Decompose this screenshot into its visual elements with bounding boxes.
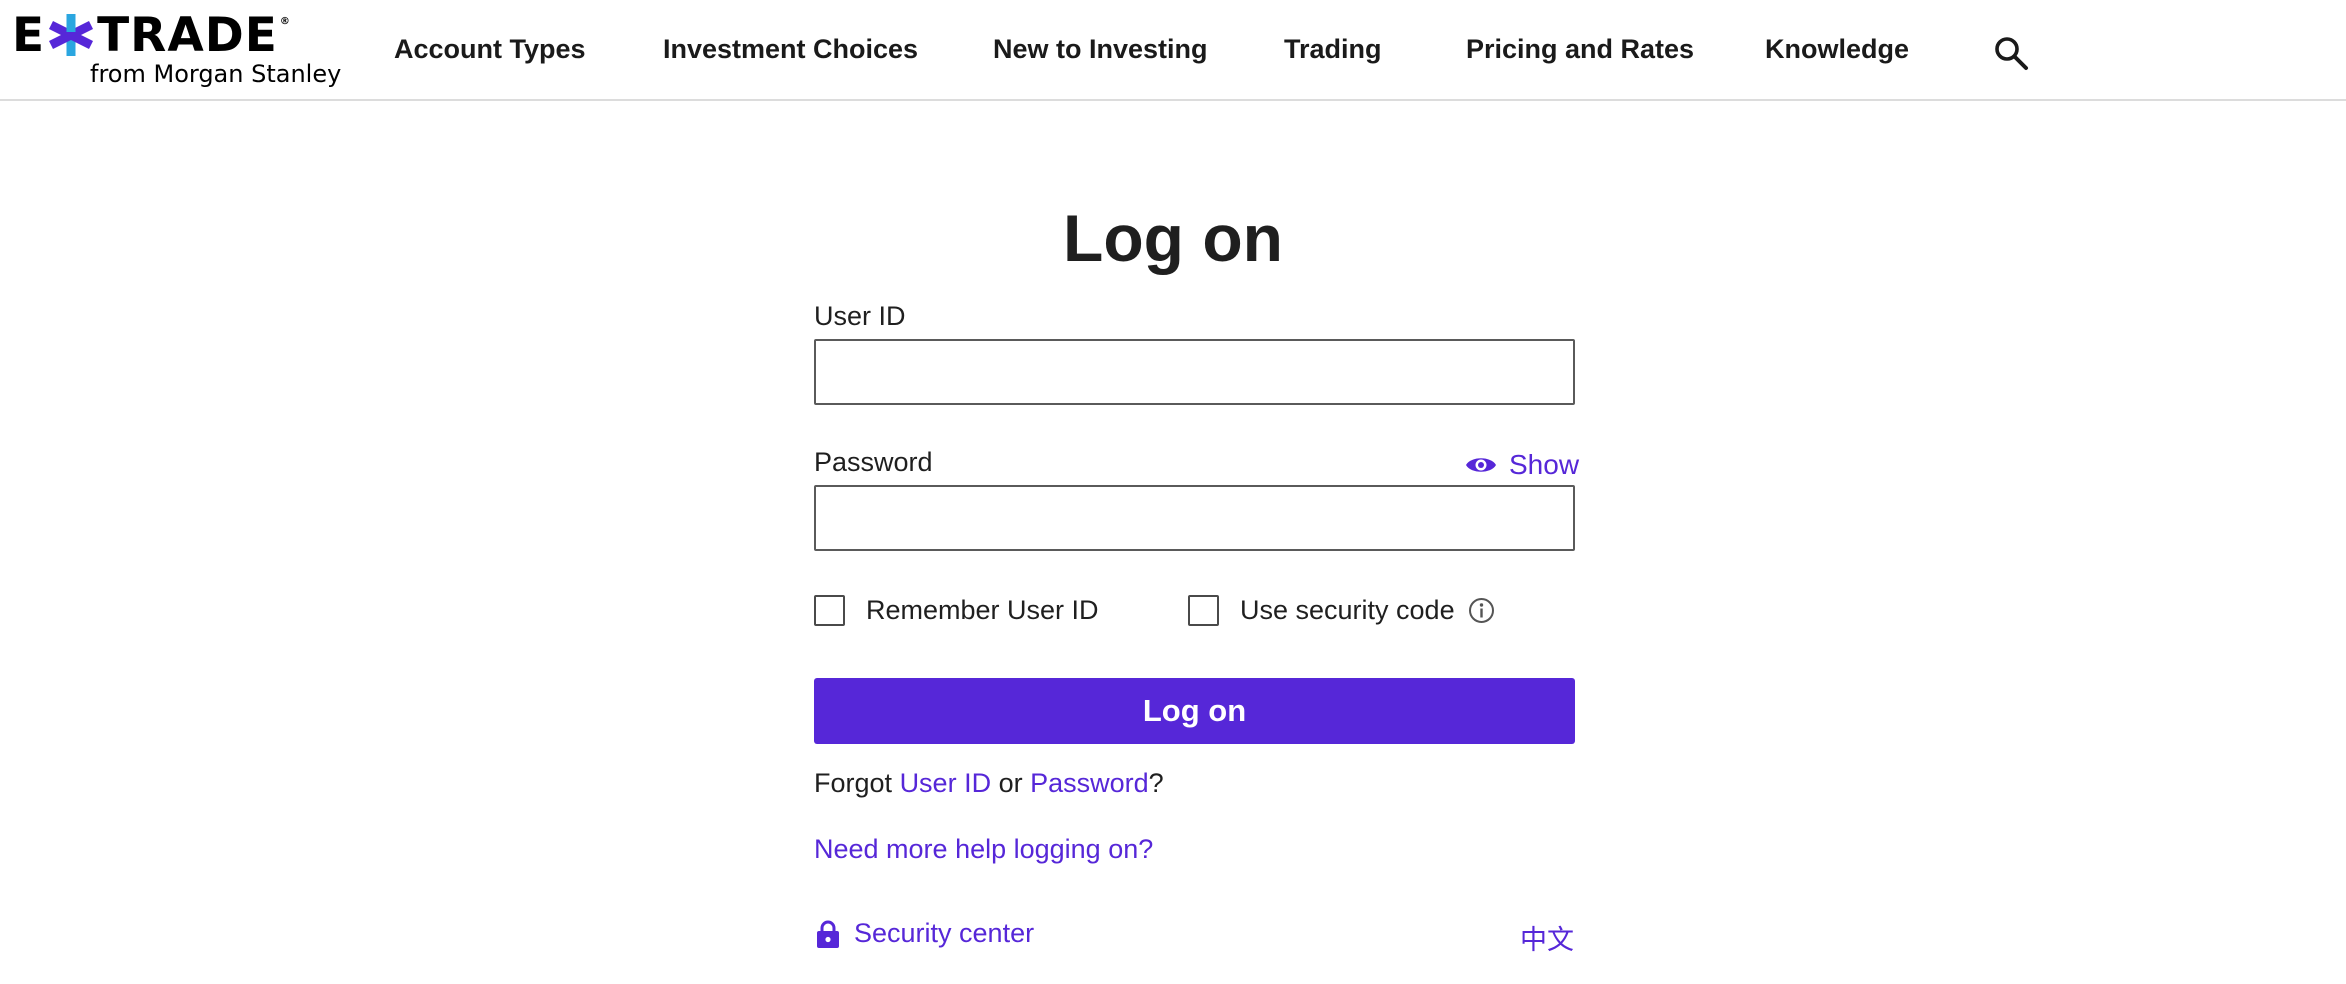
nav-knowledge[interactable]: Knowledge — [1765, 34, 1909, 65]
password-field-box — [814, 485, 1575, 551]
search-icon[interactable] — [1993, 35, 2029, 71]
remember-user-id-checkbox[interactable] — [814, 595, 845, 626]
forgot-password-link[interactable]: Password — [1030, 768, 1149, 798]
page-title: Log on — [1063, 201, 1283, 275]
nav-new-to-investing[interactable]: New to Investing — [993, 34, 1208, 65]
show-password-toggle[interactable]: Show — [1465, 448, 1579, 482]
logo-text-e: E — [12, 7, 46, 63]
logo-subtitle: from Morgan Stanley — [90, 60, 342, 88]
forgot-suffix: ? — [1148, 768, 1164, 798]
security-center-label: Security center — [854, 918, 1035, 948]
info-icon[interactable] — [1468, 597, 1495, 624]
top-navigation-bar: E TRADE ® from Morgan Stanley Account Ty… — [0, 0, 2346, 101]
logo-star-icon — [49, 14, 94, 56]
eye-icon — [1466, 458, 1496, 472]
forgot-user-id-link[interactable]: User ID — [900, 768, 992, 798]
user-id-label: User ID — [814, 301, 906, 331]
etrade-logo[interactable]: E TRADE ® from Morgan Stanley — [12, 7, 341, 94]
password-input[interactable] — [816, 487, 1573, 549]
language-chinese-link[interactable]: 中文 — [1520, 918, 1574, 957]
use-security-code-checkbox[interactable] — [1188, 595, 1219, 626]
nav-trading[interactable]: Trading — [1284, 34, 1382, 65]
show-password-label: Show — [1509, 449, 1580, 480]
password-label: Password — [814, 447, 933, 477]
forgot-credentials: Forgot User ID or Password? — [814, 768, 1164, 799]
registered-mark: ® — [279, 16, 291, 27]
logo-wordmark: E TRADE ® — [12, 7, 291, 63]
user-id-field-box — [814, 339, 1575, 405]
nav-investment-choices[interactable]: Investment Choices — [663, 34, 918, 65]
forgot-prefix: Forgot — [814, 768, 893, 798]
nav-pricing-and-rates[interactable]: Pricing and Rates — [1466, 34, 1694, 65]
user-id-input[interactable] — [816, 341, 1573, 403]
security-center-link[interactable]: Security center — [814, 918, 1034, 949]
log-on-button[interactable]: Log on — [814, 678, 1575, 744]
logo-text-trade: TRADE — [97, 7, 278, 63]
lock-icon — [817, 920, 839, 948]
use-security-code-label[interactable]: Use security code — [1240, 595, 1455, 626]
need-help-link[interactable]: Need more help logging on? — [814, 834, 1153, 865]
remember-user-id-label[interactable]: Remember User ID — [866, 595, 1099, 626]
nav-account-types[interactable]: Account Types — [394, 34, 586, 65]
forgot-or: or — [998, 768, 1023, 798]
